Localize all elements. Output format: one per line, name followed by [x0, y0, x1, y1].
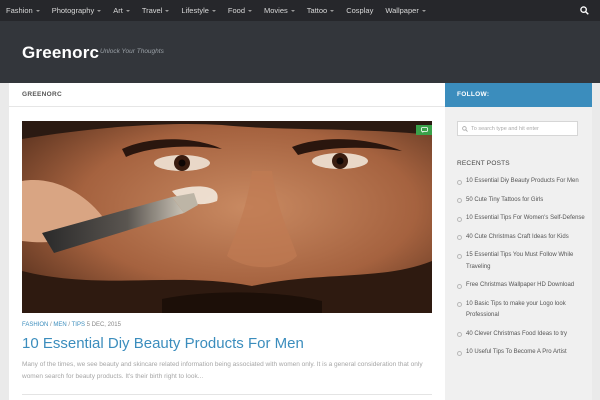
site-title[interactable]: Greenorc — [22, 43, 99, 63]
nav-item-label: Photography — [51, 6, 95, 15]
bullet-circle-icon — [457, 283, 462, 289]
site-tagline: Unlock Your Thoughts — [100, 48, 164, 55]
nav-item-photography[interactable]: Photography — [46, 0, 108, 21]
recent-post-link[interactable]: 10 Essential Tips For Women's Self-Defen… — [466, 213, 587, 225]
recent-post-item[interactable]: Free Christmas Wallpaper HD Download — [457, 280, 587, 292]
recent-post-item[interactable]: 10 Essential Diy Beauty Products For Men — [457, 176, 587, 188]
caret-down-icon — [35, 9, 40, 12]
category-link-fashion[interactable]: FASHION — [22, 322, 48, 328]
caret-down-icon — [421, 9, 426, 12]
caret-down-icon — [97, 9, 102, 12]
recent-post-item[interactable]: 40 Clever Christmas Food Ideas to try — [457, 329, 587, 341]
nav-item-movies[interactable]: Movies — [258, 0, 301, 21]
caret-down-icon — [125, 9, 130, 12]
follow-header: FOLLOW: — [445, 83, 592, 107]
recent-post-link[interactable]: 10 Essential Diy Beauty Products For Men — [466, 176, 587, 188]
recent-post-link[interactable]: 40 Clever Christmas Food Ideas to try — [466, 329, 587, 341]
caret-down-icon — [165, 9, 170, 12]
recent-posts-heading: RECENT POSTS — [457, 160, 510, 167]
nav-item-cosplay[interactable]: Cosplay — [340, 0, 379, 21]
nav-item-label: Cosplay — [346, 6, 374, 15]
bullet-circle-icon — [457, 350, 462, 356]
nav-search-button[interactable] — [568, 0, 600, 21]
bullet-circle-icon — [457, 302, 462, 307]
recent-post-link[interactable]: 10 Basic Tips to make your Logo look Pro… — [466, 299, 587, 322]
search-icon — [579, 6, 589, 15]
top-navigation-bar: Fashion Photography Art Travel Lifestyle Food… — [0, 0, 600, 21]
post-title-link[interactable]: 10 Essential Diy Beauty Products For Men — [22, 335, 304, 352]
recent-post-item[interactable]: 40 Cute Christmas Craft Ideas for Kids — [457, 232, 587, 244]
recent-post-item[interactable]: 50 Cute Tiny Tattoos for Girls — [457, 195, 587, 207]
post-divider — [22, 394, 432, 395]
post-meta: FASHION / MEN / TIPS 5 DEC, 2015 — [22, 322, 121, 328]
comment-icon — [420, 127, 428, 133]
post-date: 5 DEC, 2015 — [86, 322, 121, 328]
nav-item-label: Tattoo — [306, 6, 328, 15]
post-excerpt: Many of the times, we see beauty and ski… — [22, 361, 423, 380]
bullet-circle-icon — [457, 216, 462, 222]
recent-post-link[interactable]: 15 Essential Tips You Must Follow While … — [466, 250, 587, 273]
category-link-men[interactable]: MEN — [53, 322, 66, 328]
bullet-circle-icon — [457, 253, 462, 259]
recent-posts-list: 10 Essential Diy Beauty Products For Men… — [457, 176, 587, 366]
breadcrumb: GREENORC — [9, 83, 445, 107]
recent-post-item[interactable]: 10 Basic Tips to make your Logo look Pro… — [457, 299, 587, 322]
caret-down-icon — [211, 9, 216, 12]
nav-item-label: Lifestyle — [181, 6, 209, 15]
recent-post-link[interactable]: 40 Cute Christmas Craft Ideas for Kids — [466, 232, 587, 244]
nav-item-label: Travel — [141, 6, 163, 15]
recent-post-link[interactable]: 10 Useful Tips To Become A Pro Artist — [466, 347, 587, 359]
nav-item-food[interactable]: Food — [222, 0, 258, 21]
nav-item-label: Wallpaper — [385, 6, 419, 15]
nav-item-art[interactable]: Art — [107, 0, 136, 21]
bullet-circle-icon — [457, 179, 462, 185]
recent-post-item[interactable]: 15 Essential Tips You Must Follow While … — [457, 250, 587, 273]
nav-item-wallpaper[interactable]: Wallpaper — [379, 0, 432, 21]
nav-item-lifestyle[interactable]: Lifestyle — [175, 0, 222, 21]
nav-item-label: Fashion — [6, 6, 33, 15]
bullet-circle-icon — [457, 332, 462, 337]
recent-post-item[interactable]: 10 Essential Tips For Women's Self-Defen… — [457, 213, 587, 225]
nav-item-label: Art — [113, 6, 123, 15]
site-header: Greenorc Unlock Your Thoughts — [0, 21, 600, 83]
caret-down-icon — [330, 9, 335, 12]
search-icon — [462, 125, 468, 132]
nav-item-travel[interactable]: Travel — [136, 0, 176, 21]
category-link-tips[interactable]: TIPS — [72, 322, 85, 328]
recent-post-link[interactable]: Free Christmas Wallpaper HD Download — [466, 280, 587, 292]
sidebar-search-box — [457, 121, 578, 136]
bullet-circle-icon — [457, 235, 462, 240]
sidebar: FOLLOW: RECENT POSTS 10 Essential Diy Be… — [445, 83, 592, 400]
caret-down-icon — [248, 9, 253, 12]
nav-item-label: Food — [227, 6, 246, 15]
recent-post-link[interactable]: 50 Cute Tiny Tattoos for Girls — [466, 195, 587, 207]
nav-item-label: Movies — [264, 6, 288, 15]
main-content: GREENORC FASHION / MEN / TIPS 5 DEC, 201… — [9, 83, 445, 400]
bullet-circle-icon — [457, 198, 462, 203]
caret-down-icon — [290, 9, 295, 12]
sidebar-search-input[interactable] — [471, 125, 571, 132]
featured-image-portrait — [22, 121, 432, 313]
nav-item-tattoo[interactable]: Tattoo — [301, 0, 340, 21]
nav-item-fashion[interactable]: Fashion — [0, 0, 46, 21]
recent-post-item[interactable]: 10 Useful Tips To Become A Pro Artist — [457, 347, 587, 359]
comment-count-badge[interactable] — [416, 125, 432, 135]
nav-menu: Fashion Photography Art Travel Lifestyle Food… — [0, 0, 432, 21]
post-featured-image[interactable] — [22, 121, 432, 313]
